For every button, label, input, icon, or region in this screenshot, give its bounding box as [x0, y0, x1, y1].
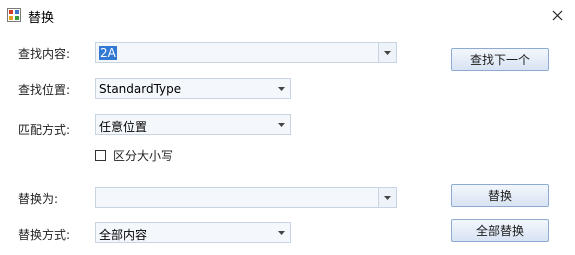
replace-with-label: 替换为: [18, 192, 59, 206]
match-value: 任意位置 [99, 120, 148, 134]
replace-mode-label: 替换方式: [18, 228, 71, 242]
case-sensitive-checkbox[interactable] [95, 149, 106, 161]
chevron-down-icon [384, 50, 391, 55]
replace-mode-select[interactable]: 全部内容 [95, 222, 291, 243]
find-combobox[interactable]: 2A [95, 42, 397, 63]
find-next-button[interactable]: 查找下一个 [451, 48, 549, 71]
chevron-down-icon [278, 86, 285, 91]
look-in-label: 查找位置: [18, 83, 71, 97]
replace-dialog: 替换 查找内容: 2A 查找位置: StandardType 匹配方式: 任意位… [0, 0, 575, 255]
chevron-down-icon [278, 230, 285, 235]
title-bar: 替换 [0, 0, 575, 31]
find-value: 2A [99, 46, 117, 60]
find-label: 查找内容: [18, 47, 71, 61]
find-input[interactable]: 2A [99, 46, 117, 60]
replace-all-button[interactable]: 全部替换 [451, 219, 549, 242]
replace-mode-dropdown-button[interactable] [273, 223, 290, 242]
case-sensitive-label: 区分大小写 [113, 148, 174, 163]
close-button[interactable] [545, 4, 569, 26]
match-select[interactable]: 任意位置 [95, 114, 291, 135]
chevron-down-icon [278, 122, 285, 127]
replace-mode-value: 全部内容 [99, 228, 148, 242]
match-label: 匹配方式: [18, 123, 71, 137]
look-in-select[interactable]: StandardType [95, 78, 291, 99]
look-in-dropdown-button[interactable] [273, 79, 290, 98]
case-sensitive-option[interactable]: 区分大小写 [95, 147, 173, 163]
window-title: 替换 [28, 11, 55, 26]
replace-with-dropdown-button[interactable] [378, 188, 396, 207]
find-dropdown-button[interactable] [378, 43, 396, 62]
app-icon [7, 8, 21, 22]
replace-button[interactable]: 替换 [451, 184, 549, 207]
close-icon [552, 10, 562, 20]
replace-with-combobox[interactable] [95, 187, 397, 208]
chevron-down-icon [384, 195, 391, 200]
match-dropdown-button[interactable] [273, 115, 290, 134]
look-in-value: StandardType [99, 82, 182, 96]
